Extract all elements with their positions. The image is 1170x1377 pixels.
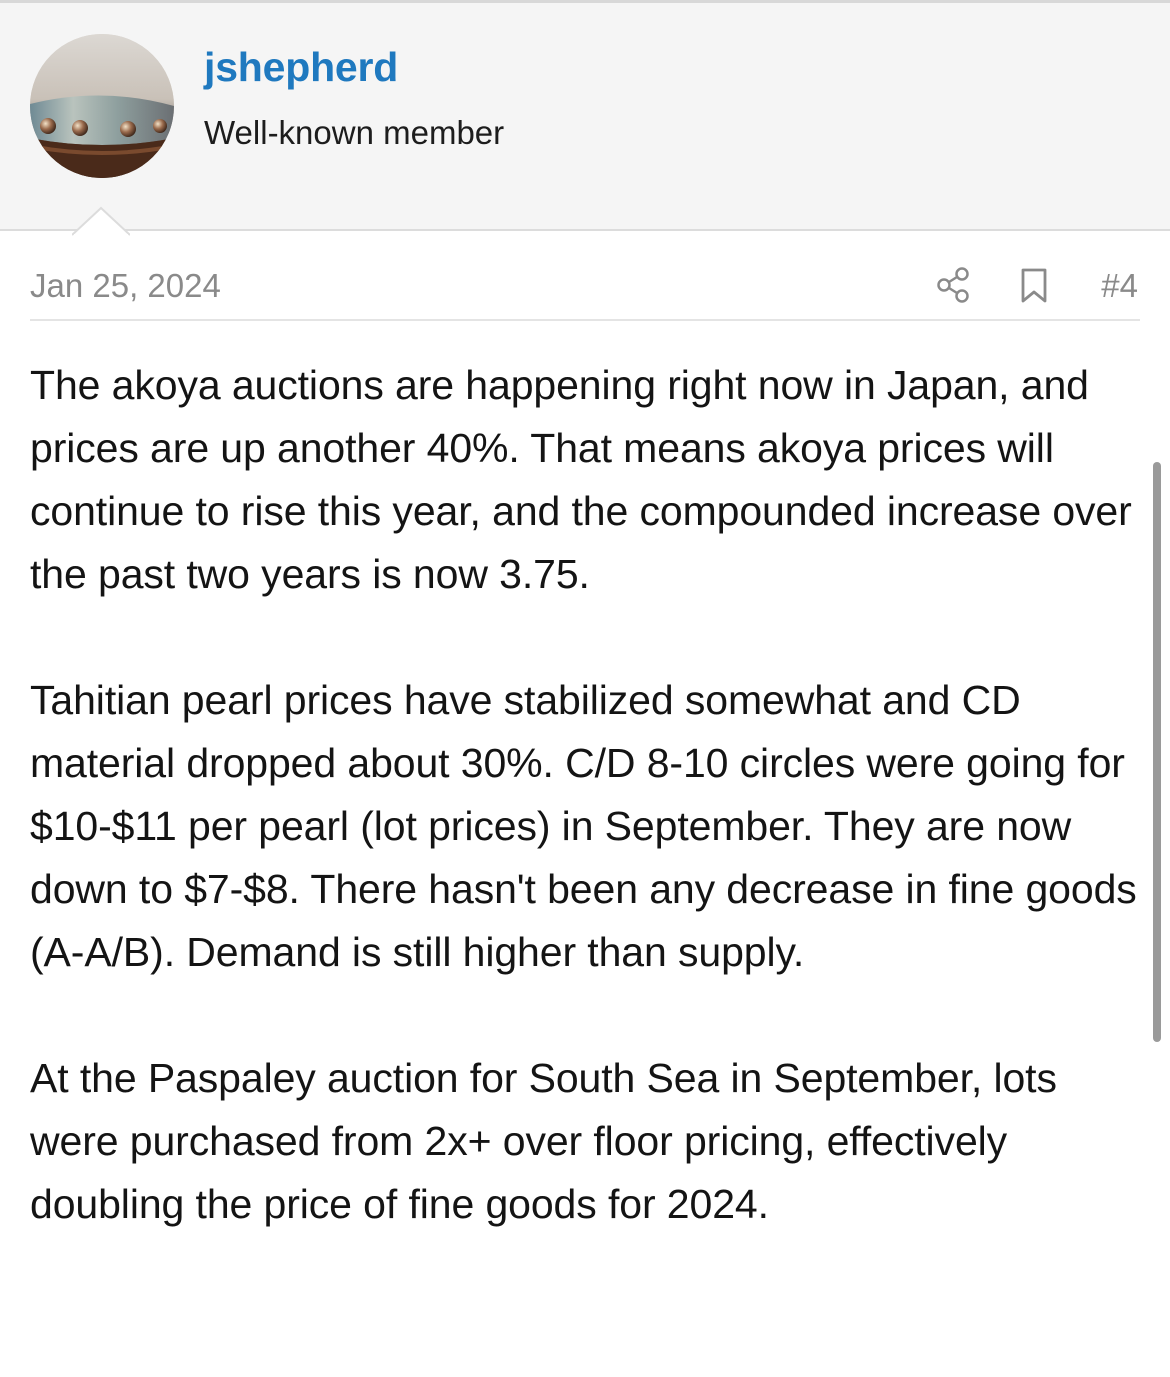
pearl-shell-avatar-icon [30, 34, 174, 178]
share-icon[interactable] [935, 266, 971, 304]
post-date[interactable]: Jan 25, 2024 [30, 266, 221, 306]
post-paragraph: At the Paspaley auction for South Sea in… [30, 1055, 1057, 1227]
post-paragraph: Tahitian pearl prices have stabilized so… [30, 677, 1137, 975]
bookmark-icon[interactable] [1020, 268, 1048, 304]
vertical-scrollbar[interactable] [1153, 462, 1161, 1042]
post-paragraph: The akoya auctions are happening right n… [30, 362, 1132, 597]
post-meta-row: Jan 25, 2024 #4 [30, 248, 1140, 321]
post-body: The akoya auctions are happening right n… [30, 354, 1140, 1236]
post-number-link[interactable]: #4 [1101, 266, 1138, 306]
forum-post-page: jshepherd Well-known member Jan 25, 2024 [0, 0, 1170, 1377]
post-author-header: jshepherd Well-known member [0, 0, 1170, 236]
username-link[interactable]: jshepherd [204, 43, 398, 91]
header-pointer-caret [72, 206, 130, 236]
user-title: Well-known member [204, 114, 505, 151]
user-avatar[interactable] [30, 34, 174, 178]
